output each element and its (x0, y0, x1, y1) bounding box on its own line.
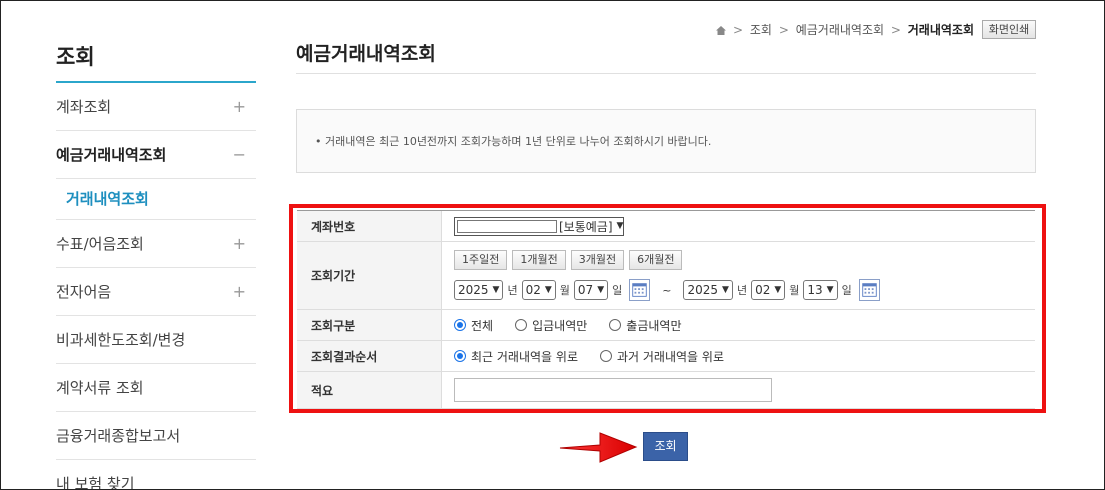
calendar-icon[interactable] (858, 279, 880, 301)
sidebar-item-check-bill[interactable]: 수표/어음조회 + (56, 220, 256, 268)
sidebar-item-label: 계좌조회 (56, 98, 112, 116)
search-form: 계좌번호 [보통예금] ▼ 조회기간 1주일전 1개월전 3개월전 6개월전 2… (297, 210, 1035, 409)
chevron-down-icon: ▼ (774, 285, 782, 295)
radio-unselected (609, 319, 622, 331)
sidebar-item-find-insurance[interactable]: 내 보험 찾기 (56, 460, 256, 490)
order-label: 조회결과순서 (297, 341, 442, 371)
sidebar-item-e-bill[interactable]: 전자어음 + (56, 268, 256, 316)
kind-label: 조회구분 (297, 310, 442, 340)
kind-all-radio[interactable]: 전체 (454, 317, 493, 334)
home-icon[interactable] (716, 26, 727, 35)
breadcrumb-current: 거래내역조회 (907, 23, 974, 37)
form-row-order: 조회결과순서 최근 거래내역을 위로 과거 거래내역을 위로 (297, 341, 1035, 372)
account-label: 계좌번호 (297, 211, 442, 241)
order-past-radio[interactable]: 과거 거래내역을 위로 (600, 348, 724, 365)
form-row-period: 조회기간 1주일전 1개월전 3개월전 6개월전 2025 ▼ 년 02 ▼ 월 0… (297, 242, 1035, 310)
period-6month-button[interactable]: 6개월전 (629, 250, 683, 270)
chevron-down-icon: ▼ (722, 285, 729, 295)
notice-text: • 거래내역은 최근 10년전까지 조회가능하며 1년 단위로 나누어 조회하시… (315, 135, 712, 148)
breadcrumb: > 조회 > 예금거래내역조회 > 거래내역조회 (716, 21, 974, 38)
period-1month-button[interactable]: 1개월전 (512, 250, 566, 270)
sidebar-item-label: 비과세한도조회/변경 (56, 331, 186, 349)
sidebar-item-label: 예금거래내역조회 (56, 146, 167, 164)
kind-deposit-radio[interactable]: 입금내역만 (515, 317, 587, 334)
form-row-memo: 적요 (297, 372, 1035, 409)
account-select[interactable]: [보통예금] ▼ (454, 216, 625, 236)
sidebar-subitem-transaction-history[interactable]: 거래내역조회 (56, 179, 256, 220)
day-unit: 일 (841, 284, 852, 297)
sidebar-item-label: 금융거래종합보고서 (56, 427, 181, 445)
breadcrumb-item[interactable]: 예금거래내역조회 (796, 23, 884, 37)
sidebar-item-deposit-history[interactable]: 예금거래내역조회 − (56, 131, 256, 179)
search-button[interactable]: 조회 (643, 432, 688, 461)
sidebar-item-label: 내 보험 찾기 (56, 475, 135, 490)
expand-icon[interactable]: + (233, 268, 246, 316)
start-month-select[interactable]: 02 ▼ (521, 280, 556, 300)
year-unit: 년 (507, 284, 518, 297)
period-3month-button[interactable]: 3개월전 (570, 250, 625, 270)
expand-icon[interactable]: + (233, 220, 246, 268)
breadcrumb-item[interactable]: 조회 (750, 23, 772, 37)
sidebar-item-financial-report[interactable]: 금융거래종합보고서 (56, 412, 256, 460)
page-frame: 조회 계좌조회 + 예금거래내역조회 − 거래내역조회 수표/어음조회 + 전자… (0, 0, 1105, 490)
period-label: 조회기간 (297, 242, 442, 309)
breadcrumb-separator: > (890, 23, 901, 37)
sidebar-item-label: 전자어음 (56, 283, 112, 301)
sidebar-item-label: 수표/어음조회 (56, 235, 144, 253)
date-range-separator: ~ (662, 283, 672, 297)
sidebar-menu: 계좌조회 + 예금거래내역조회 − 거래내역조회 수표/어음조회 + 전자어음 … (56, 83, 256, 490)
print-button[interactable]: 화면인쇄 (982, 20, 1036, 39)
sidebar-item-label: 계약서류 조회 (56, 379, 144, 397)
notice-box: • 거래내역은 최근 10년전까지 조회가능하며 1년 단위로 나누어 조회하시… (296, 109, 1036, 173)
form-row-kind: 조회구분 전체 입금내역만 출금내역만 (297, 310, 1035, 341)
radio-selected (454, 350, 466, 362)
radio-unselected (515, 319, 528, 331)
chevron-down-icon: ▼ (616, 221, 624, 231)
title-divider (296, 73, 1036, 74)
arrow-icon (559, 432, 638, 463)
calendar-icon[interactable] (629, 279, 651, 301)
chevron-down-icon: ▼ (597, 285, 605, 295)
month-unit: 월 (559, 284, 570, 297)
day-unit: 일 (612, 284, 623, 297)
end-month-select[interactable]: 02 ▼ (751, 280, 786, 300)
end-day-select[interactable]: 13 ▼ (803, 280, 838, 300)
chevron-down-icon: ▼ (492, 285, 500, 295)
order-recent-radio[interactable]: 최근 거래내역을 위로 (454, 348, 578, 365)
form-row-account: 계좌번호 [보통예금] ▼ (297, 211, 1035, 242)
period-1week-button[interactable]: 1주일전 (454, 250, 508, 270)
end-year-select[interactable]: 2025 ▼ (683, 280, 733, 300)
account-number (457, 219, 557, 233)
radio-selected (454, 319, 466, 331)
expand-icon[interactable]: + (233, 83, 246, 131)
breadcrumb-separator: > (778, 23, 789, 37)
page-title: 예금거래내역조회 (296, 43, 436, 65)
start-day-select[interactable]: 07 ▼ (573, 280, 609, 300)
breadcrumb-separator: > (733, 23, 744, 37)
chevron-down-icon: ▼ (826, 285, 834, 295)
sidebar-item-contract-docs[interactable]: 계약서류 조회 (56, 364, 256, 412)
sidebar-title: 조회 (56, 45, 95, 69)
chevron-down-icon: ▼ (544, 285, 552, 295)
year-unit: 년 (736, 284, 748, 297)
account-type: [보통예금] (559, 219, 613, 234)
memo-label: 적요 (297, 372, 442, 408)
sidebar-item-tax-free-limit[interactable]: 비과세한도조회/변경 (56, 316, 256, 364)
kind-withdrawal-radio[interactable]: 출금내역만 (609, 317, 682, 334)
radio-unselected (600, 350, 612, 362)
collapse-icon[interactable]: − (233, 131, 246, 179)
start-year-select[interactable]: 2025 ▼ (454, 280, 504, 300)
sidebar-item-account[interactable]: 계좌조회 + (56, 83, 256, 131)
memo-input[interactable] (454, 378, 772, 402)
month-unit: 월 (789, 284, 800, 297)
